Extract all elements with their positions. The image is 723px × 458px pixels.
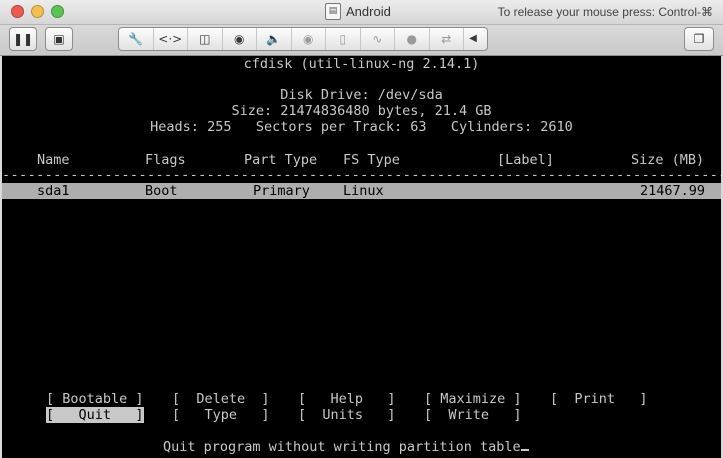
snapshot-button[interactable]: ▣ xyxy=(45,27,73,51)
mouse-icon[interactable]: ▯ xyxy=(326,28,361,50)
partition-fs-type: Linux xyxy=(343,183,384,199)
header-separator: ----------------------------------------… xyxy=(2,167,721,183)
close-window-button[interactable] xyxy=(11,5,24,18)
menu-maximize[interactable]: [ Maximize ] xyxy=(424,391,522,407)
disk-size: Size: 21474836480 bytes, 21.4 GB xyxy=(231,103,492,119)
partition-flags: Boot xyxy=(145,183,178,199)
hdd-icon[interactable]: ◉ xyxy=(223,28,257,50)
status-text: Quit program without writing partition t… xyxy=(163,439,521,455)
partition-row[interactable]: sda1 Boot Primary Linux 21467.99 xyxy=(2,183,721,199)
code-icon[interactable]: <·> xyxy=(154,28,188,50)
menu-quit[interactable]: [ Quit ] xyxy=(46,407,144,423)
column-name: Name xyxy=(37,152,70,168)
column-flags: Flags xyxy=(145,152,186,168)
release-mouse-hint: To release your mouse press: Control-⌘ xyxy=(497,5,713,19)
status-line: Quit program without writing partition t… xyxy=(163,439,529,455)
fullscreen-button[interactable]: ❐ xyxy=(684,27,714,51)
device-toolbar: 🔧 <·> ◫ ◉ 🔈 ◉ ▯ ∿ ● ⇄ ◀ xyxy=(118,27,488,51)
wrench-icon[interactable]: 🔧 xyxy=(119,28,154,50)
bluetooth-icon[interactable]: ● xyxy=(395,28,430,50)
column-part-type: Part Type xyxy=(244,152,318,168)
menu-delete[interactable]: [ Delete ] xyxy=(172,391,270,407)
partition-size: 21467.99 xyxy=(640,183,706,199)
column-size: Size (MB) xyxy=(631,152,705,168)
zoom-window-button[interactable] xyxy=(51,5,64,18)
window-title-text: Android xyxy=(346,4,391,19)
menu-units[interactable]: [ Units ] xyxy=(298,407,396,423)
terminal-screen[interactable]: cfdisk (util-linux-ng 2.14.1) Disk Drive… xyxy=(2,56,721,458)
title-bar: ▤ Android To release your mouse press: C… xyxy=(0,0,723,25)
menu-type[interactable]: [ Type ] xyxy=(172,407,270,423)
vm-toolbar: ❚❚ ▣ 🔧 <·> ◫ ◉ 🔈 ◉ ▯ ∿ ● ⇄ ◀ ❐ xyxy=(0,25,723,56)
pause-button[interactable]: ❚❚ xyxy=(9,27,37,51)
pause-icon: ❚❚ xyxy=(12,32,34,46)
document-icon: ▤ xyxy=(325,3,341,20)
network-icon[interactable]: ∿ xyxy=(361,28,395,50)
column-label: [Label] xyxy=(497,152,554,168)
window-title: ▤ Android xyxy=(325,3,391,20)
minimize-window-button[interactable] xyxy=(31,5,44,18)
column-fs-type: FS Type xyxy=(343,152,400,168)
disk-geometry: Heads: 255 Sectors per Track: 63 Cylinde… xyxy=(150,119,573,135)
windows-icon: ❐ xyxy=(693,32,705,46)
partition-type: Primary xyxy=(253,183,310,199)
partition-name: sda1 xyxy=(37,183,70,199)
menu-print[interactable]: [ Print ] xyxy=(550,391,648,407)
menu-help[interactable]: [ Help ] xyxy=(298,391,396,407)
menu-write[interactable]: [ Write ] xyxy=(424,407,522,423)
disk-icon[interactable]: ◫ xyxy=(188,28,223,50)
camera-icon[interactable]: ◉ xyxy=(292,28,326,50)
program-title: cfdisk (util-linux-ng 2.14.1) xyxy=(243,56,480,72)
disk-drive: Disk Drive: /dev/sda xyxy=(280,87,443,103)
speaker-icon[interactable]: 🔈 xyxy=(257,28,292,50)
snapshot-icon: ▣ xyxy=(53,32,65,46)
usb-icon[interactable]: ⇄ xyxy=(430,28,464,50)
arrow-left-icon[interactable]: ◀ xyxy=(464,28,482,50)
menu-bootable[interactable]: [ Bootable ] xyxy=(46,391,144,407)
text-cursor xyxy=(520,449,529,451)
